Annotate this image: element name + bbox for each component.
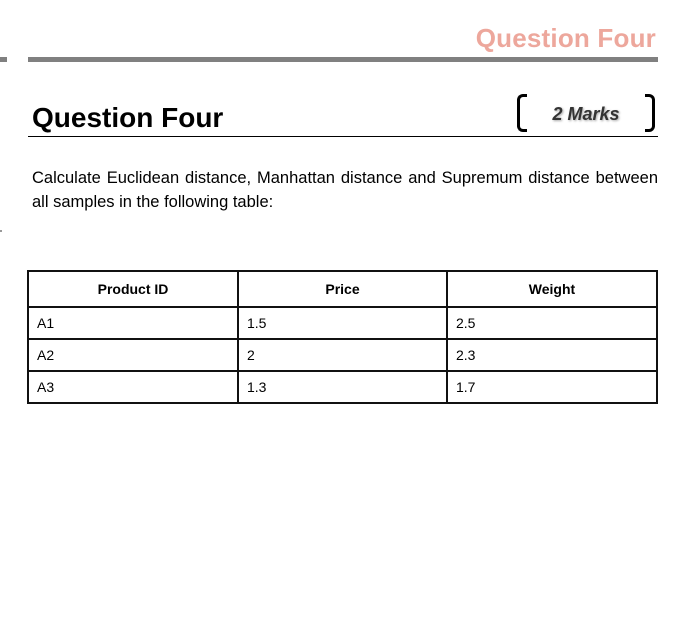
marks-badge: 2 Marks: [515, 92, 657, 136]
column-header-product-id: Product ID: [27, 270, 239, 308]
cell-product-id: A2: [27, 338, 239, 372]
heading-underline: [28, 136, 658, 137]
cell-price: 1.3: [237, 370, 448, 404]
column-header-price: Price: [237, 270, 448, 308]
question-heading: Question Four: [32, 102, 224, 133]
running-header-title: Question Four: [475, 23, 656, 53]
cell-price: 1.5: [237, 306, 448, 340]
table-row: A3 1.3 1.7: [27, 370, 658, 404]
header-rule: [28, 57, 658, 62]
right-bracket-icon: [645, 94, 655, 132]
table-row: A2 2 2.3: [27, 338, 658, 372]
column-header-weight: Weight: [446, 270, 658, 308]
margin-mark: [0, 230, 2, 232]
marks-label: 2 Marks: [552, 104, 620, 124]
samples-table: Product ID Price Weight A1 1.5 2.5 A2 2 …: [27, 270, 658, 404]
cell-product-id: A1: [27, 306, 239, 340]
cell-weight: 2.5: [446, 306, 658, 340]
table-row: A1 1.5 2.5: [27, 306, 658, 340]
cell-weight: 2.3: [446, 338, 658, 372]
table-header-row: Product ID Price Weight: [27, 270, 658, 308]
cell-weight: 1.7: [446, 370, 658, 404]
cell-price: 2: [237, 338, 448, 372]
margin-rule-stub: [0, 57, 7, 62]
question-prompt: Calculate Euclidean distance, Manhattan …: [32, 169, 658, 211]
cell-product-id: A3: [27, 370, 239, 404]
